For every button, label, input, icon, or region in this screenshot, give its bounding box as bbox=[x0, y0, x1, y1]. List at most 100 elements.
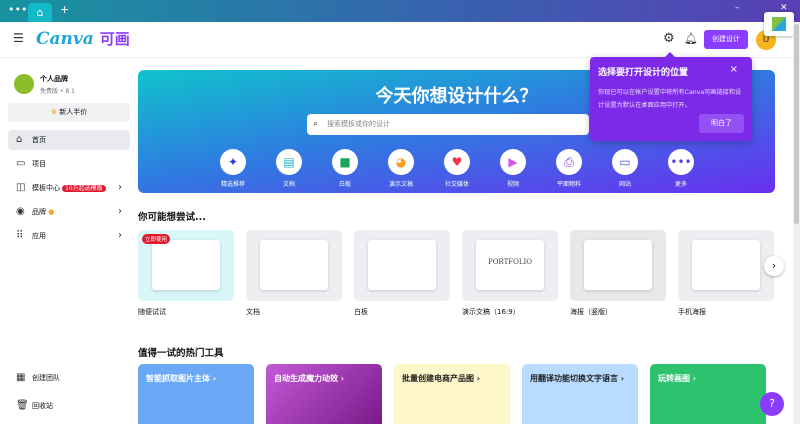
category-label: 演示文稿 bbox=[388, 181, 413, 188]
category-icon: ◕ bbox=[388, 149, 414, 175]
design-type-card[interactable]: 立即使用 bbox=[138, 230, 234, 301]
crown-icon: ♛ bbox=[50, 108, 58, 116]
category-icon: ▤ bbox=[276, 149, 302, 175]
sidebar-item-home[interactable]: ⌂ 首页 bbox=[8, 130, 130, 150]
sidebar-item-templates[interactable]: ◫ 模板中心 10万起选模板 › bbox=[8, 178, 130, 198]
settings-gear-icon[interactable]: ⚙ bbox=[663, 31, 675, 46]
promo-button[interactable]: ♛ 新人半价 bbox=[8, 103, 130, 122]
new-tab-button[interactable]: + bbox=[60, 3, 69, 16]
team-name[interactable]: 个人品牌 bbox=[40, 74, 68, 84]
sidebar-item-projects[interactable]: ▭ 项目 bbox=[8, 154, 130, 174]
category-8[interactable]: ••• 更多 bbox=[656, 149, 706, 188]
tool-card[interactable]: 玩转画图 › bbox=[650, 364, 766, 424]
hamburger-icon[interactable]: ☰ bbox=[13, 31, 24, 45]
sidebar: 个人品牌 免费版 • 8 1 ♛ 新人半价 ⌂ 首页 ▭ 项目 ◫ 模板中心 10万起选… bbox=[0, 58, 136, 424]
chevron-right-icon: › bbox=[118, 182, 122, 193]
tool-card-label: 智能抓取图片主体 › bbox=[146, 374, 217, 383]
search-placeholder: 搜索模板或你的设计 bbox=[327, 120, 390, 128]
tooltip-close-icon[interactable]: × bbox=[730, 64, 738, 75]
category-label: 文档 bbox=[282, 181, 295, 188]
trash-icon: 🗑 bbox=[16, 400, 29, 411]
category-2[interactable]: ■ 白板 bbox=[320, 149, 370, 188]
crown-badge-icon: ● bbox=[48, 208, 55, 216]
design-type-label[interactable]: 手机海报 bbox=[678, 307, 706, 317]
home-icon: ⌂ bbox=[16, 134, 23, 145]
minimize-button[interactable]: – bbox=[735, 3, 740, 13]
category-label: 精选推荐 bbox=[220, 181, 245, 188]
home-tab[interactable]: ⌂ bbox=[28, 3, 52, 22]
team-icon: ▦ bbox=[16, 372, 26, 383]
design-type-label[interactable]: 文档 bbox=[246, 307, 260, 317]
category-icon: ✦ bbox=[220, 149, 246, 175]
category-icon: ▭ bbox=[612, 149, 638, 175]
tool-card[interactable]: 用翻译功能切换文字语言 › bbox=[522, 364, 638, 424]
canva-logo[interactable]: Canva 可画 bbox=[36, 28, 130, 49]
sidebar-item-brand[interactable]: ◉ 品牌 ● › bbox=[8, 202, 130, 222]
create-design-button[interactable]: 创建设计 bbox=[704, 30, 748, 49]
category-3[interactable]: ◕ 演示文稿 bbox=[376, 149, 426, 188]
design-type-card[interactable] bbox=[678, 230, 774, 301]
sidebar-item-label: 应用 bbox=[32, 232, 46, 240]
card-tag: 立即使用 bbox=[142, 234, 171, 244]
card-thumbnail bbox=[692, 240, 760, 290]
try-section-title: 你可能想尝试... bbox=[138, 212, 206, 223]
design-type-card[interactable] bbox=[570, 230, 666, 301]
sidebar-item-apps[interactable]: ⠿ 应用 › bbox=[8, 226, 130, 246]
category-label: 视频 bbox=[506, 181, 519, 188]
menu-icon[interactable]: ••• bbox=[8, 3, 27, 16]
tool-card[interactable]: 智能抓取图片主体 › bbox=[138, 364, 254, 424]
design-type-label[interactable]: 演示文稿（16:9） bbox=[462, 307, 520, 317]
category-label: 更多 bbox=[674, 181, 687, 188]
sidebar-item-label: 首页 bbox=[32, 136, 46, 144]
sidebar-item-label: 品牌 bbox=[32, 208, 46, 216]
open-location-tooltip: 选择要打开设计的位置 × 你现已可以在帐户设置中将所有Canva可画链接和设计设… bbox=[590, 52, 752, 141]
tool-card[interactable]: 自动生成魔力动效 › bbox=[266, 364, 382, 424]
card-thumbnail bbox=[260, 240, 328, 290]
category-label: 平面物料 bbox=[556, 181, 581, 188]
team-plan: 免费版 • 8 1 bbox=[40, 88, 75, 95]
category-1[interactable]: ▤ 文档 bbox=[264, 149, 314, 188]
category-7[interactable]: ▭ 网站 bbox=[600, 149, 650, 188]
design-type-label[interactable]: 随便试试 bbox=[138, 307, 166, 317]
card-thumbnail bbox=[152, 240, 220, 290]
category-icon: ♥ bbox=[444, 149, 470, 175]
design-type-card[interactable] bbox=[246, 230, 342, 301]
sidebar-item-trash[interactable]: 🗑 回收站 bbox=[8, 396, 130, 416]
carousel-next-button[interactable]: › bbox=[764, 256, 784, 276]
category-0[interactable]: ✦ 精选推荐 bbox=[208, 149, 258, 188]
sidebar-item-create-team[interactable]: ▦ 创建团队 bbox=[8, 368, 130, 388]
design-type-card[interactable]: PORTFOLIO bbox=[462, 230, 558, 301]
sidebar-item-label: 项目 bbox=[32, 160, 46, 168]
search-input[interactable]: ⌕ 搜索模板或你的设计 bbox=[307, 114, 589, 135]
category-6[interactable]: ⎙ 平面物料 bbox=[544, 149, 594, 188]
page-scrollbar[interactable] bbox=[793, 22, 800, 424]
sidebar-item-label: 模板中心 bbox=[32, 184, 60, 192]
window-tab-bar: ••• ⌂ + – ✕ bbox=[0, 0, 800, 22]
folder-icon: ▭ bbox=[16, 158, 26, 169]
category-4[interactable]: ♥ 社交媒体 bbox=[432, 149, 482, 188]
design-type-label[interactable]: 海报（竖版） bbox=[570, 307, 612, 317]
floating-app-icon[interactable] bbox=[764, 12, 794, 36]
brand-icon: ◉ bbox=[16, 206, 25, 217]
sidebar-item-label: 创建团队 bbox=[32, 374, 60, 382]
team-avatar[interactable] bbox=[14, 74, 34, 94]
category-label: 网站 bbox=[618, 181, 631, 188]
category-icon: ■ bbox=[332, 149, 358, 175]
got-it-button[interactable]: 明白了 bbox=[699, 114, 744, 133]
sidebar-item-label: 回收站 bbox=[32, 402, 53, 410]
design-type-label[interactable]: 白板 bbox=[354, 307, 368, 317]
category-label: 社交媒体 bbox=[444, 181, 469, 188]
chevron-right-icon: › bbox=[118, 230, 122, 241]
design-type-card[interactable] bbox=[354, 230, 450, 301]
card-thumbnail bbox=[584, 240, 652, 290]
templates-badge: 10万起选模板 bbox=[62, 185, 106, 192]
tooltip-title: 选择要打开设计的位置 bbox=[598, 68, 689, 78]
tool-card[interactable]: 批量创建电商产品图 › bbox=[394, 364, 510, 424]
notification-bell-icon[interactable]: 🔔︎ bbox=[684, 32, 698, 45]
category-5[interactable]: ▶ 视频 bbox=[488, 149, 538, 188]
help-button[interactable]: ? bbox=[760, 392, 784, 416]
category-icon: ▶ bbox=[500, 149, 526, 175]
card-thumbnail bbox=[368, 240, 436, 290]
tool-card-label: 自动生成魔力动效 › bbox=[274, 374, 345, 383]
category-icon: ⎙ bbox=[556, 149, 582, 175]
